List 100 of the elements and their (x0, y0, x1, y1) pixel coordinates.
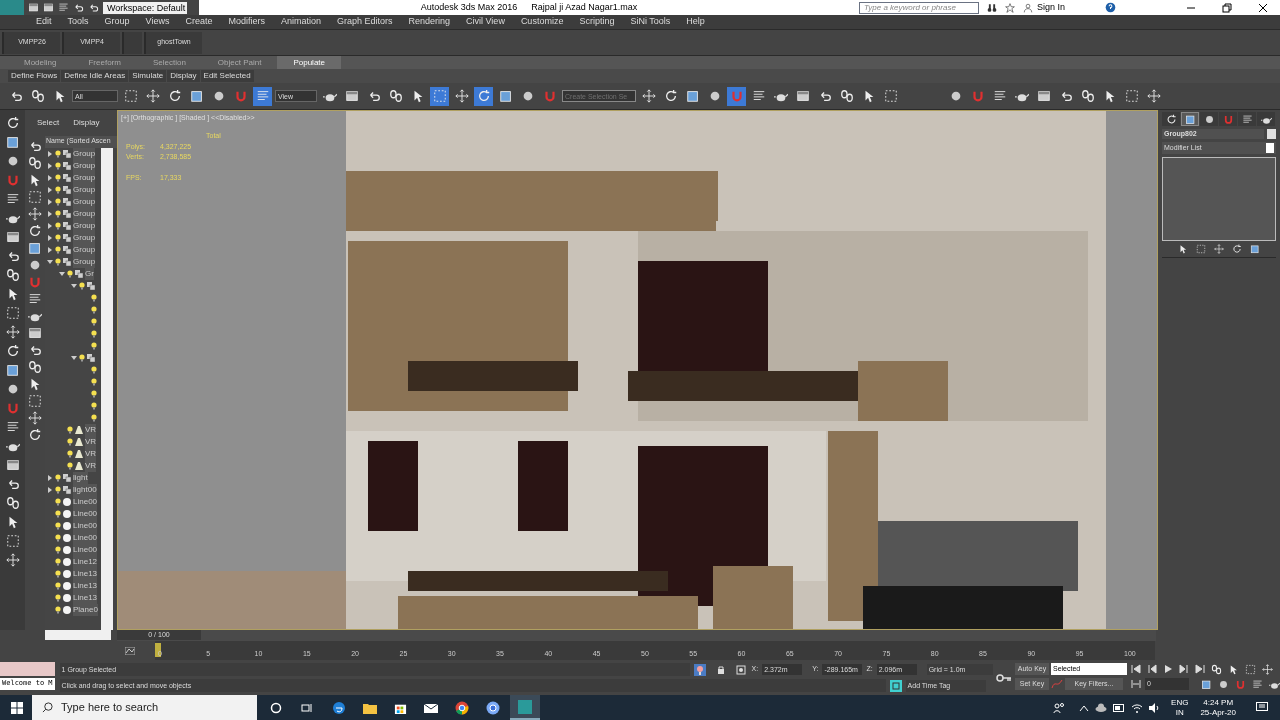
menu-item[interactable]: Graph Editors (336, 15, 393, 29)
battery-icon[interactable] (1113, 703, 1126, 712)
key-mode-icon[interactable] (1131, 680, 1141, 688)
tree-item[interactable]: light00 (73, 484, 97, 496)
expand-arrow-icon[interactable] (47, 487, 53, 493)
tree-item[interactable]: Group (73, 172, 96, 184)
collapse-arrow-icon[interactable] (47, 259, 53, 265)
time-tag-icon[interactable] (889, 679, 902, 692)
list-icon[interactable] (58, 2, 69, 13)
cross-arrows-icon[interactable] (5, 553, 20, 567)
cursor-icon[interactable] (1228, 663, 1239, 675)
cross-arrows-icon[interactable] (1214, 244, 1224, 254)
sphere-icon[interactable] (1218, 678, 1229, 690)
dashed-square-icon[interactable] (1245, 663, 1256, 675)
current-frame-marker[interactable] (155, 643, 161, 657)
close-icon[interactable] (1258, 2, 1268, 13)
tree-item[interactable]: light (73, 472, 88, 484)
lightbulb-icon[interactable] (91, 342, 97, 350)
go-to-start-icon[interactable] (1131, 664, 1141, 674)
toolbar-button[interactable] (253, 86, 272, 106)
chain-link-icon[interactable] (28, 360, 42, 374)
menu-item[interactable]: Help (686, 15, 705, 29)
lightbulb-icon[interactable] (55, 198, 61, 206)
play-icon[interactable] (1163, 664, 1173, 674)
dashed-square-icon[interactable] (1196, 244, 1206, 254)
toolbar-button[interactable] (143, 86, 162, 106)
square-icon[interactable] (5, 363, 20, 377)
expand-arrow-icon[interactable] (47, 163, 53, 169)
binoculars-icon[interactable] (986, 2, 997, 13)
tree-item[interactable]: Group (73, 244, 96, 256)
command-panel-tab[interactable] (1257, 112, 1275, 126)
toolbar-button[interactable] (430, 86, 449, 106)
horizontal-scrollbar[interactable] (45, 630, 111, 640)
menu-item[interactable]: Edit (36, 15, 52, 29)
tree-item[interactable]: Group (73, 256, 96, 268)
lightbulb-icon[interactable] (693, 663, 706, 676)
lightbulb-icon[interactable] (55, 558, 61, 566)
dashed-square-icon[interactable] (5, 534, 20, 548)
tree-item[interactable]: Plane0 (73, 604, 98, 616)
tree-item[interactable]: Group (73, 160, 96, 172)
tree-item[interactable]: Line12 (73, 556, 98, 568)
sign-in-link[interactable]: Sign In (1036, 0, 1065, 15)
chain-link-icon[interactable] (5, 268, 20, 282)
lightbulb-icon[interactable] (91, 366, 97, 374)
list-icon[interactable] (5, 192, 20, 206)
key-icon[interactable] (995, 673, 1012, 682)
toolbar-button[interactable] (452, 86, 471, 106)
menu-item[interactable]: Customize (520, 15, 564, 29)
square-icon[interactable] (28, 241, 42, 255)
undo-arrow-icon[interactable] (28, 343, 42, 357)
lightbulb-icon[interactable] (91, 318, 97, 326)
collapse-arrow-icon[interactable] (59, 271, 65, 277)
ribbon-button[interactable]: Display (167, 70, 200, 82)
lightbulb-icon[interactable] (55, 174, 61, 182)
lightbulb-icon[interactable] (91, 294, 97, 302)
tree-item[interactable]: Gr (85, 268, 94, 280)
lightbulb-icon[interactable] (91, 414, 97, 422)
curve-editor-icon[interactable] (125, 646, 135, 655)
tree-item[interactable]: Line00 (73, 544, 98, 556)
tree-item[interactable]: Group (73, 196, 96, 208)
tree-item[interactable]: Line00 (73, 496, 98, 508)
command-panel-tab[interactable] (1200, 112, 1218, 126)
tree-item[interactable]: Line13 (73, 580, 98, 592)
modifier-stack[interactable] (1162, 157, 1276, 241)
task-view-icon[interactable] (301, 701, 313, 714)
cross-arrows-icon[interactable] (1262, 663, 1273, 675)
people-icon[interactable] (1053, 701, 1066, 714)
chevron-up-icon[interactable] (1079, 703, 1090, 712)
tree-item[interactable]: Group (73, 148, 96, 160)
lightbulb-icon[interactable] (55, 258, 61, 266)
command-panel-tab[interactable] (1238, 112, 1256, 126)
command-panel-tab[interactable] (1162, 112, 1180, 126)
tree-item[interactable]: VR (85, 424, 97, 436)
toolbar-button[interactable] (474, 86, 493, 106)
lock-icon[interactable] (715, 664, 726, 675)
lightbulb-icon[interactable] (55, 498, 61, 506)
chain-link-icon[interactable] (28, 156, 42, 170)
lightbulb-icon[interactable] (91, 330, 97, 338)
restore-icon[interactable] (1222, 2, 1232, 13)
circular-arrow-icon[interactable] (1232, 244, 1242, 254)
toolbar-button[interactable] (1144, 86, 1163, 106)
circular-arrow-icon[interactable] (5, 116, 20, 130)
circular-arrow-icon[interactable] (5, 344, 20, 358)
menu-item[interactable]: Rendering (408, 15, 451, 29)
chain-link-icon[interactable] (1211, 663, 1222, 675)
dashed-square-icon[interactable] (28, 190, 42, 204)
clock-date[interactable]: 25-Apr-20 (1200, 707, 1236, 718)
expand-arrow-icon[interactable] (47, 247, 53, 253)
lightbulb-icon[interactable] (67, 426, 73, 434)
search-field[interactable]: Type a keyword or phrase (858, 1, 979, 14)
menu-item[interactable]: Modifiers (228, 15, 265, 29)
scrollbar[interactable] (101, 148, 113, 630)
language-indicator[interactable]: ENG (1171, 697, 1189, 708)
expand-arrow-icon[interactable] (47, 475, 53, 481)
lightbulb-icon[interactable] (91, 378, 97, 386)
cursor-icon[interactable] (1178, 244, 1188, 254)
menu-item[interactable]: Tools (67, 15, 89, 29)
menu-item[interactable]: Views (145, 15, 170, 29)
help-icon[interactable] (1105, 2, 1116, 13)
region-indicator[interactable]: IN (1175, 707, 1184, 718)
